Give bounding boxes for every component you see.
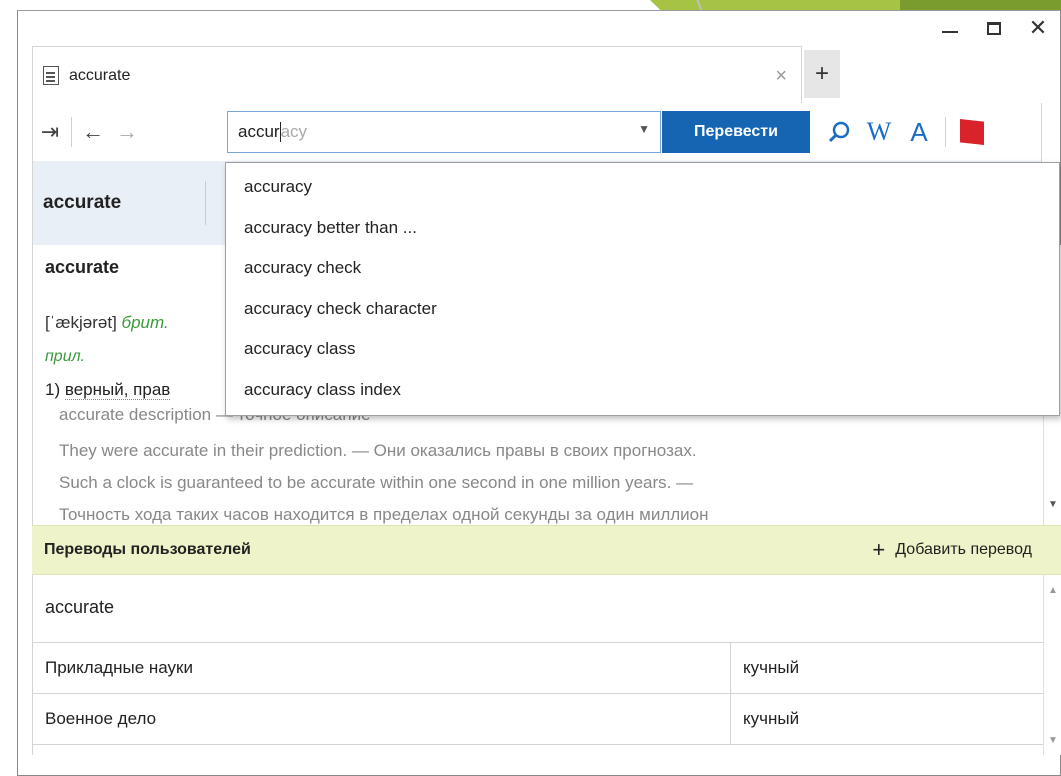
word-tab-divider: [205, 181, 206, 225]
maximize-button[interactable]: [972, 11, 1016, 45]
user-translations-word: accurate: [45, 597, 115, 617]
word-tab-active[interactable]: accurate: [33, 161, 213, 245]
close-icon: ✕: [1028, 15, 1048, 40]
minimize-icon: [942, 31, 958, 33]
translation-cell: кучный: [743, 658, 800, 677]
search-typed-text: accur: [238, 122, 280, 141]
new-tab-button[interactable]: +: [804, 50, 840, 98]
field-cell: Военное дело: [45, 709, 157, 728]
user-translations-title: Переводы пользователей: [44, 541, 251, 558]
autocomplete-item[interactable]: accuracy class: [226, 329, 1059, 370]
transcription: [ˈækjərət]: [45, 313, 117, 332]
lingvo-logo-button[interactable]: [952, 111, 992, 153]
autocomplete-dropdown: accuracy accuracy better than ... accura…: [225, 162, 1060, 416]
translation-cell: кучный: [743, 709, 800, 728]
minimize-button[interactable]: [928, 11, 972, 45]
search-icon[interactable]: [819, 111, 859, 153]
autocomplete-item[interactable]: accuracy better than ...: [226, 208, 1059, 249]
scroll-down-arrow-icon[interactable]: ▼: [1048, 499, 1058, 510]
tab-accurate[interactable]: accurate ×: [32, 46, 802, 104]
tab-close-icon[interactable]: ×: [775, 65, 787, 88]
table-row[interactable]: Военное дело кучный: [33, 694, 1043, 745]
search-autocomplete-hint: acy: [280, 122, 308, 141]
column-divider: [730, 694, 731, 745]
close-button[interactable]: ✕: [1016, 11, 1060, 45]
table-row[interactable]: Прикладные науки кучный: [33, 643, 1043, 694]
autocomplete-item[interactable]: accuracy check character: [226, 289, 1059, 330]
part-of-speech: прил.: [45, 348, 86, 365]
add-translation-label: Добавить перевод: [895, 541, 1032, 558]
tab-bar: accurate × +: [32, 46, 1042, 104]
user-translations-header: Переводы пользователей + Добавить перево…: [32, 525, 1061, 575]
scroll-up-arrow-icon[interactable]: ▲: [1048, 585, 1058, 596]
window-controls: ✕: [928, 11, 1060, 45]
lingvo-flag-icon: [960, 119, 984, 145]
toolbar: ⇥ ← → accur acy ▼ Перевести W A: [32, 103, 1042, 161]
user-translations-panel: accurate Прикладные науки кучный Военное…: [32, 575, 1043, 755]
field-cell: Прикладные науки: [45, 658, 193, 677]
lookup-tools: W A: [819, 111, 992, 153]
toolbar-divider: [71, 117, 72, 147]
autocomplete-item[interactable]: accuracy: [226, 167, 1059, 208]
column-divider: [730, 643, 731, 694]
forward-arrow-icon[interactable]: →: [110, 112, 144, 152]
maximize-icon: [987, 21, 1001, 35]
meaning-line: 1) верный, прав: [45, 380, 171, 400]
user-translations-scrollbar[interactable]: ▲ ▼: [1043, 575, 1061, 755]
pin-icon[interactable]: ⇥: [33, 112, 67, 152]
example-line: They were accurate in their prediction. …: [59, 441, 697, 460]
plus-icon: +: [872, 537, 886, 562]
search-icon-glyph: [828, 121, 850, 143]
search-dropdown-icon[interactable]: ▼: [638, 122, 650, 136]
search-input[interactable]: accur acy ▼: [227, 111, 661, 153]
add-translation-button[interactable]: + Добавить перевод: [872, 539, 1032, 561]
meaning-text[interactable]: верный, прав: [64, 380, 171, 400]
document-icon: [43, 66, 59, 85]
font-icon[interactable]: A: [899, 111, 939, 153]
user-translations-table: Прикладные науки кучный Военное дело куч…: [33, 642, 1043, 745]
tab-title: accurate: [69, 66, 131, 84]
back-arrow-icon[interactable]: ←: [76, 112, 110, 152]
wikipedia-icon[interactable]: W: [859, 111, 899, 153]
article-headword: accurate: [45, 257, 120, 277]
article-transcription-line: [ˈækjərət] брит.: [45, 313, 169, 333]
autocomplete-item[interactable]: accuracy class index: [226, 370, 1059, 411]
region-label: брит.: [121, 313, 169, 332]
tools-divider: [945, 117, 946, 147]
example-line: Точность хода таких часов находится в пр…: [59, 505, 709, 524]
translate-button[interactable]: Перевести: [662, 111, 810, 153]
meaning-number: 1): [45, 380, 61, 399]
autocomplete-item[interactable]: accuracy check: [226, 248, 1059, 289]
example-line: Such a clock is guaranteed to be accurat…: [59, 473, 694, 492]
scroll-down-arrow-icon[interactable]: ▼: [1048, 735, 1058, 746]
